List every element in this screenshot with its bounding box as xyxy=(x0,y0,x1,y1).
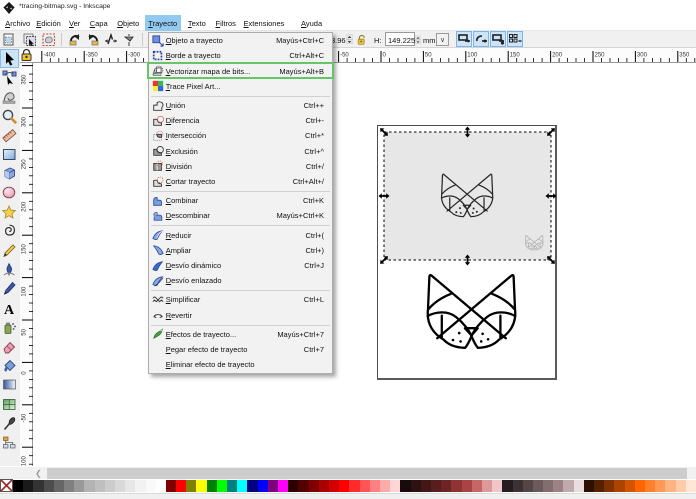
svg-text:0: 0 xyxy=(22,371,28,375)
svg-text:-50: -50 xyxy=(340,53,349,59)
svg-text:100: 100 xyxy=(467,53,478,59)
svg-text:-400: -400 xyxy=(43,53,56,59)
svg-text:-300: -300 xyxy=(128,53,141,59)
svg-text:350: 350 xyxy=(22,74,28,85)
svg-text:50: 50 xyxy=(425,53,432,59)
svg-text:250: 250 xyxy=(22,159,28,170)
svg-text:150: 150 xyxy=(510,53,521,59)
svg-text:-100: -100 xyxy=(22,456,28,466)
svg-text:0: 0 xyxy=(383,53,387,59)
svg-text:250: 250 xyxy=(595,53,606,59)
svg-text:200: 200 xyxy=(22,201,28,212)
svg-text:100: 100 xyxy=(22,286,28,297)
svg-text:-50: -50 xyxy=(22,413,28,422)
svg-text:300: 300 xyxy=(637,53,648,59)
svg-text:350: 350 xyxy=(679,53,690,59)
svg-text:-350: -350 xyxy=(86,53,99,59)
svg-text:A: A xyxy=(4,303,15,316)
svg-text:50: 50 xyxy=(22,328,28,335)
svg-text:300: 300 xyxy=(22,116,28,127)
svg-text:200: 200 xyxy=(552,53,563,59)
svg-text:150: 150 xyxy=(22,244,28,255)
